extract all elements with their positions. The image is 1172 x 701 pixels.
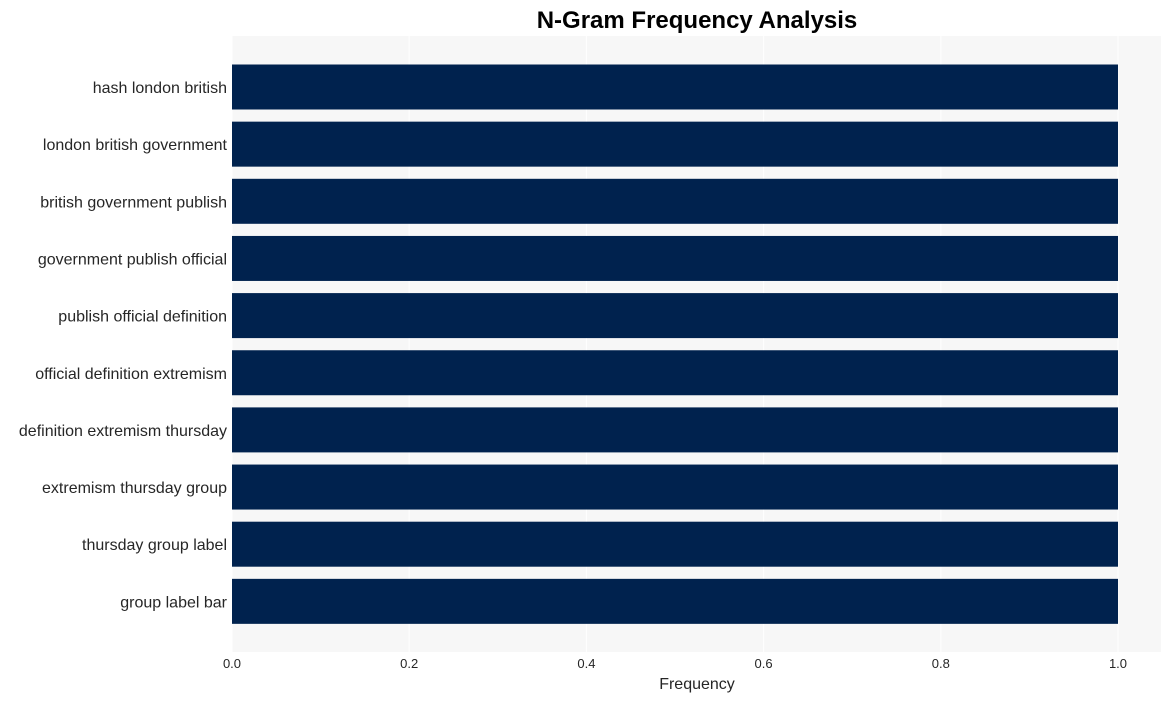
bar (232, 121, 1118, 167)
x-tick-label: 0.6 (755, 656, 773, 671)
y-tick-label: government publish official (38, 251, 227, 268)
y-tick-label: group label bar (120, 594, 227, 611)
x-axis-label: Frequency (659, 676, 735, 693)
x-tick-label: 0.0 (223, 656, 241, 671)
y-tick-label: publish official definition (58, 309, 227, 326)
bar (232, 521, 1118, 567)
y-tick-label: definition extremism thursday (19, 423, 227, 440)
bar (232, 64, 1118, 110)
x-tick-label: 0.2 (400, 656, 418, 671)
x-axis-tick-labels: 0.0 0.2 0.4 0.6 0.8 1.0 (223, 656, 1127, 671)
y-tick-label: hash london british (93, 80, 227, 97)
ngram-frequency-chart: N-Gram Frequency Analysis hash london br… (19, 7, 1161, 693)
x-tick-label: 0.4 (577, 656, 595, 671)
y-tick-label: british government publish (40, 194, 227, 211)
x-tick-label: 0.8 (932, 656, 950, 671)
y-tick-label: thursday group label (82, 537, 227, 554)
bar (232, 235, 1118, 281)
bar (232, 178, 1118, 224)
chart-title: N-Gram Frequency Analysis (537, 7, 858, 34)
bar (232, 578, 1118, 624)
y-tick-label: official definition extremism (35, 366, 227, 383)
x-tick-label: 1.0 (1109, 656, 1127, 671)
y-tick-label: extremism thursday group (42, 480, 227, 497)
y-axis-tick-labels: hash london british london british govern… (19, 80, 228, 611)
bar (232, 350, 1118, 396)
bar (232, 293, 1118, 339)
bar (232, 464, 1118, 510)
bar (232, 407, 1118, 453)
y-tick-label: london british government (43, 137, 228, 154)
